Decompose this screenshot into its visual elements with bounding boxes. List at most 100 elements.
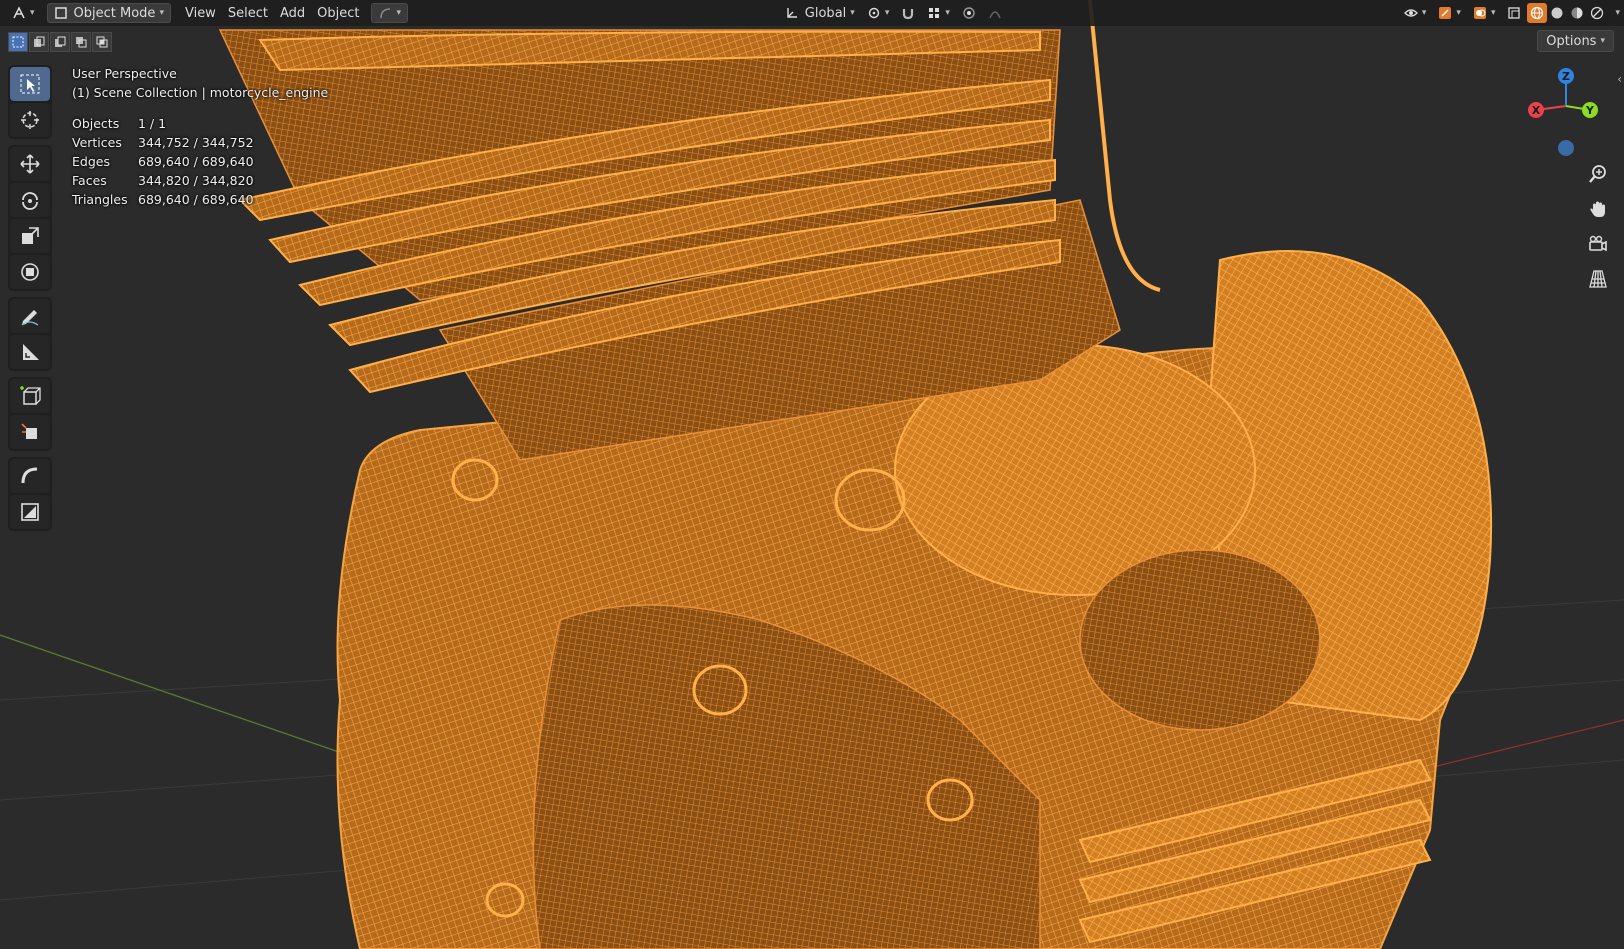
menu-object[interactable]: Object xyxy=(311,3,365,23)
gizmos-toggle[interactable]: ▾ xyxy=(1432,3,1467,23)
y-axis-label: Y xyxy=(1585,104,1595,117)
tool-rotate[interactable] xyxy=(10,183,50,217)
chevron-down-icon: ▾ xyxy=(1490,8,1496,18)
shading-solid-button[interactable] xyxy=(1547,3,1567,23)
stat-label: Triangles xyxy=(72,192,128,207)
transform-orientation-dropdown[interactable]: Global ▾ xyxy=(779,3,861,23)
tool-shelf xyxy=(8,65,52,537)
stat-row: Vertices 344,752 / 344,752 xyxy=(72,133,328,152)
material-sphere-icon xyxy=(1571,7,1583,19)
camera-icon xyxy=(1589,235,1607,252)
proportional-editing-toggle[interactable] xyxy=(956,3,982,23)
perspective-toggle-button[interactable] xyxy=(1584,265,1612,293)
ruler-icon xyxy=(23,344,39,360)
mode-dropdown[interactable]: Object Mode ▾ xyxy=(46,3,171,23)
stat-row: Edges 689,640 / 689,640 xyxy=(72,152,328,171)
gizmo-icon xyxy=(380,8,391,19)
rotate-icon xyxy=(22,192,38,210)
menu-view[interactable]: View xyxy=(179,3,222,23)
viewport-info-overlay: User Perspective (1) Scene Collection | … xyxy=(72,64,328,209)
xray-icon xyxy=(1508,7,1521,19)
cursor-icon xyxy=(21,111,39,129)
pivot-icon xyxy=(868,7,880,19)
snap-grid-icon xyxy=(929,8,940,18)
eye-icon xyxy=(1403,9,1418,17)
negative-z-handle[interactable] xyxy=(1558,140,1574,156)
chevron-down-icon: ▾ xyxy=(945,8,950,18)
stat-value: 689,640 / 689,640 xyxy=(138,192,254,207)
select-intersect-button[interactable] xyxy=(92,32,112,52)
overlays-icon xyxy=(1473,7,1486,19)
select-subtract-button[interactable] xyxy=(50,32,70,52)
overlays-toggle[interactable]: ▾ xyxy=(1467,3,1502,23)
tool-image[interactable] xyxy=(10,495,50,529)
chevron-down-icon: ▾ xyxy=(1615,8,1620,18)
navigation-gizmo[interactable]: Z X Y xyxy=(1518,62,1614,158)
falloff-dropdown[interactable] xyxy=(982,3,1008,23)
stat-value: 1 / 1 xyxy=(138,116,167,131)
collection-label: (1) Scene Collection | motorcycle_engine xyxy=(72,85,329,100)
tool-annotate[interactable] xyxy=(10,299,50,333)
snap-target-dropdown[interactable]: ▾ xyxy=(921,3,956,23)
curve-icon xyxy=(21,467,38,484)
xray-toggle[interactable] xyxy=(1501,3,1527,23)
grid-perspective-icon xyxy=(1589,270,1607,288)
falloff-icon xyxy=(989,11,1001,19)
pivot-point-dropdown[interactable]: ▾ xyxy=(861,3,896,23)
select-box-icon xyxy=(20,74,40,94)
x-axis-label: X xyxy=(1532,104,1541,117)
lower-cover xyxy=(1079,549,1321,731)
hand-icon xyxy=(1590,201,1605,217)
viewport-header: ▾ Object Mode ▾ View Select Add Object ▾… xyxy=(0,0,1624,26)
gizmo-toggle-icon xyxy=(1439,7,1452,19)
shading-wireframe-button[interactable] xyxy=(1527,3,1548,23)
stat-value: 344,820 / 344,820 xyxy=(138,173,254,188)
stat-value: 344,752 / 344,752 xyxy=(138,135,254,150)
zoom-button[interactable] xyxy=(1584,160,1612,188)
options-label: Options xyxy=(1546,33,1597,49)
gizmo-dropdown[interactable]: ▾ xyxy=(371,3,408,23)
options-dropdown[interactable]: Options ▾ xyxy=(1537,30,1614,52)
stat-row: Triangles 689,640 / 689,640 xyxy=(72,190,328,209)
rendered-sphere-icon xyxy=(1591,6,1604,20)
statistics: Objects 1 / 1 Vertices 344,752 / 344,752… xyxy=(72,114,328,209)
tool-curve[interactable] xyxy=(10,459,50,493)
editor-type-icon xyxy=(13,6,25,19)
object-mode-icon xyxy=(54,7,67,19)
stat-row: Objects 1 / 1 xyxy=(72,114,328,133)
magnet-icon xyxy=(903,9,914,20)
shading-rendered-button[interactable] xyxy=(1587,3,1607,23)
move-icon xyxy=(20,154,40,174)
sidebar-expand-icon[interactable]: ‹ xyxy=(1617,72,1622,86)
tool-scale[interactable] xyxy=(10,219,50,253)
chevron-down-icon: ▾ xyxy=(396,8,401,18)
select-new-button[interactable] xyxy=(8,32,28,52)
select-subtract-icon xyxy=(55,36,66,47)
tool-add-object[interactable] xyxy=(10,415,50,449)
tool-measure[interactable] xyxy=(10,335,50,369)
menu-select[interactable]: Select xyxy=(222,3,274,23)
orientation-label: Global xyxy=(804,5,847,21)
pan-button[interactable] xyxy=(1584,195,1612,223)
selection-mode-group xyxy=(8,32,112,52)
proportional-icon xyxy=(963,7,975,19)
select-extend-button[interactable] xyxy=(29,32,49,52)
select-intersect-icon xyxy=(96,36,108,48)
menu-add[interactable]: Add xyxy=(274,3,311,23)
shading-material-button[interactable] xyxy=(1567,3,1587,23)
tool-transform[interactable] xyxy=(10,255,50,289)
scale-icon xyxy=(22,227,39,244)
z-axis-label: Z xyxy=(1562,70,1570,83)
chevron-down-icon: ▾ xyxy=(850,8,855,18)
snap-toggle[interactable] xyxy=(895,3,921,23)
tool-cursor[interactable] xyxy=(10,103,50,137)
tool-select-box[interactable] xyxy=(10,67,50,101)
select-invert-button[interactable] xyxy=(71,32,91,52)
shading-options-dropdown[interactable]: ▾ xyxy=(1607,3,1624,23)
tool-move[interactable] xyxy=(10,147,50,181)
chevron-down-icon: ▾ xyxy=(1421,8,1427,18)
editor-type-button[interactable]: ▾ xyxy=(6,3,41,23)
tool-add-cube[interactable] xyxy=(10,379,50,413)
camera-view-button[interactable] xyxy=(1584,230,1612,258)
visibility-dropdown[interactable]: ▾ xyxy=(1398,3,1433,23)
